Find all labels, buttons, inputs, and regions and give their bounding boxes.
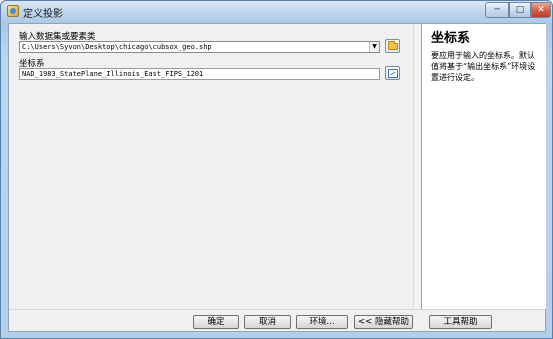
coordinate-system-value: NAD_1983_StatePlane_Illinois_East_FIPS_1… [22, 70, 204, 78]
help-text: 要应用于输入的坐标系。默认值将基于“输出坐标系”环境设置进行设定。 [431, 51, 536, 82]
ok-button[interactable]: 确定 [193, 315, 239, 329]
help-title: 坐标系 [431, 31, 471, 46]
spatial-reference-properties-button[interactable] [385, 66, 400, 80]
environments-button[interactable]: 环境... [296, 315, 348, 329]
chevron-down-icon[interactable]: ▼ [369, 42, 379, 52]
folder-open-icon [388, 41, 398, 50]
cancel-button[interactable]: 取消 [244, 315, 291, 329]
maximize-button[interactable]: □ [509, 2, 531, 18]
window-title: 定义投影 [23, 9, 63, 20]
app-icon [7, 5, 19, 17]
coordinate-system-field[interactable]: NAD_1983_StatePlane_Illinois_East_FIPS_1… [19, 68, 380, 80]
define-projection-window: 定义投影 ─ □ ✕ 输入数据集或要素类 C:\Users\Syvon\Desk… [0, 0, 553, 339]
button-bar: 确定 取消 环境... << 隐藏帮助 工具帮助 [9, 309, 545, 331]
spatial-reference-icon [388, 69, 398, 78]
close-button[interactable]: ✕ [531, 2, 551, 18]
hide-help-button[interactable]: << 隐藏帮助 [354, 315, 413, 329]
input-dataset-value: C:\Users\Syvon\Desktop\chicago\cubsox_ge… [22, 43, 212, 51]
help-pane: 坐标系 要应用于输入的坐标系。默认值将基于“输出坐标系”环境设置进行设定。 [422, 24, 546, 309]
title-bar[interactable]: 定义投影 ─ □ ✕ [1, 1, 552, 23]
parameters-scrollbar[interactable] [413, 24, 421, 309]
dialog-client-area: 输入数据集或要素类 C:\Users\Syvon\Desktop\chicago… [8, 23, 546, 332]
input-dataset-combo[interactable]: C:\Users\Syvon\Desktop\chicago\cubsox_ge… [19, 41, 380, 53]
browse-input-button[interactable] [385, 39, 400, 53]
minimize-button[interactable]: ─ [485, 2, 509, 18]
tool-help-button[interactable]: 工具帮助 [429, 315, 492, 329]
parameters-pane: 输入数据集或要素类 C:\Users\Syvon\Desktop\chicago… [9, 24, 413, 309]
